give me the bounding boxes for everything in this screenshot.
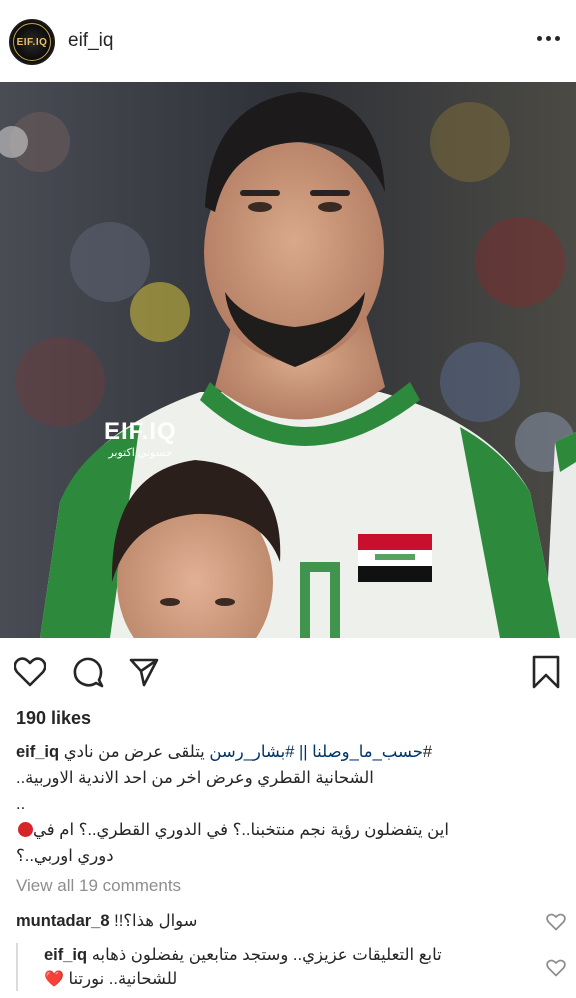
caption-line-2: ..الشحانية القطري وعرض اخر من احد الاندي… xyxy=(16,769,374,787)
comment-username[interactable]: muntadar_8 xyxy=(16,912,110,930)
reply-text-line-2: للشحانية.. نورتنا xyxy=(68,970,178,988)
avatar[interactable]: EIF.IQ xyxy=(9,19,55,65)
avatar-logo: EIF.IQ xyxy=(13,23,51,61)
avatar-logo-text: EIF.IQ xyxy=(16,36,48,48)
watermark-logo: EIF.IQ xyxy=(104,418,177,445)
comment-icon[interactable] xyxy=(70,654,106,690)
comment-item: muntadar_8 !!سوال هذا؟ xyxy=(16,909,198,933)
post-image[interactable]: EIF.IQ حسوني اكتوبر xyxy=(0,82,576,638)
post-header: EIF.IQ eif_iq xyxy=(0,0,576,82)
caption-line-5: دوري اوربي..؟ xyxy=(16,847,114,865)
post-username[interactable]: eif_iq xyxy=(68,30,113,52)
caption-line-1: eif_iq حسب_ما_وصلنا || #بشار_رسن يتلقى ع… xyxy=(16,739,432,765)
action-bar xyxy=(0,648,576,698)
caption-line-4: اين يتفضلون رؤية نجم منتخبنا..؟ في الدور… xyxy=(16,817,449,843)
caption-line-3: .. xyxy=(16,795,26,813)
reply-like-heart-icon[interactable] xyxy=(546,958,566,978)
reply-line-2: ❤️ للشحانية.. نورتنا xyxy=(44,967,177,992)
caption-question: اين يتفضلون رؤية نجم منتخبنا..؟ في الدور… xyxy=(33,821,449,839)
player-photo xyxy=(0,82,576,638)
caption-hashtags[interactable]: حسب_ما_وصلنا || #بشار_رسن xyxy=(209,743,423,761)
watermark-subtitle: حسوني اكتوبر xyxy=(108,447,173,459)
caption-username[interactable]: eif_iq xyxy=(16,743,59,761)
comment-like-heart-icon[interactable] xyxy=(546,912,566,932)
view-all-comments-link[interactable]: View all 19 comments xyxy=(16,876,181,896)
reply-text-line-1: تابع التعليقات عزيزي.. وستجد متابعين يفض… xyxy=(91,946,442,964)
bookmark-icon[interactable] xyxy=(528,654,564,690)
reply-thread-line xyxy=(16,943,18,991)
watermark: EIF.IQ حسوني اكتوبر xyxy=(104,418,177,460)
red-circle-emoji xyxy=(18,822,33,837)
heart-icon[interactable] xyxy=(12,654,48,690)
red-heart-emoji: ❤️ xyxy=(44,971,64,988)
share-icon[interactable] xyxy=(126,654,162,690)
like-count[interactable]: 190 likes xyxy=(16,708,91,729)
reply-item: eif_iq تابع التعليقات عزيزي.. وستجد متاب… xyxy=(44,943,442,967)
reply-username[interactable]: eif_iq xyxy=(44,946,87,964)
more-options-icon[interactable] xyxy=(537,36,560,41)
comment-text: !!سوال هذا؟ xyxy=(114,912,198,930)
